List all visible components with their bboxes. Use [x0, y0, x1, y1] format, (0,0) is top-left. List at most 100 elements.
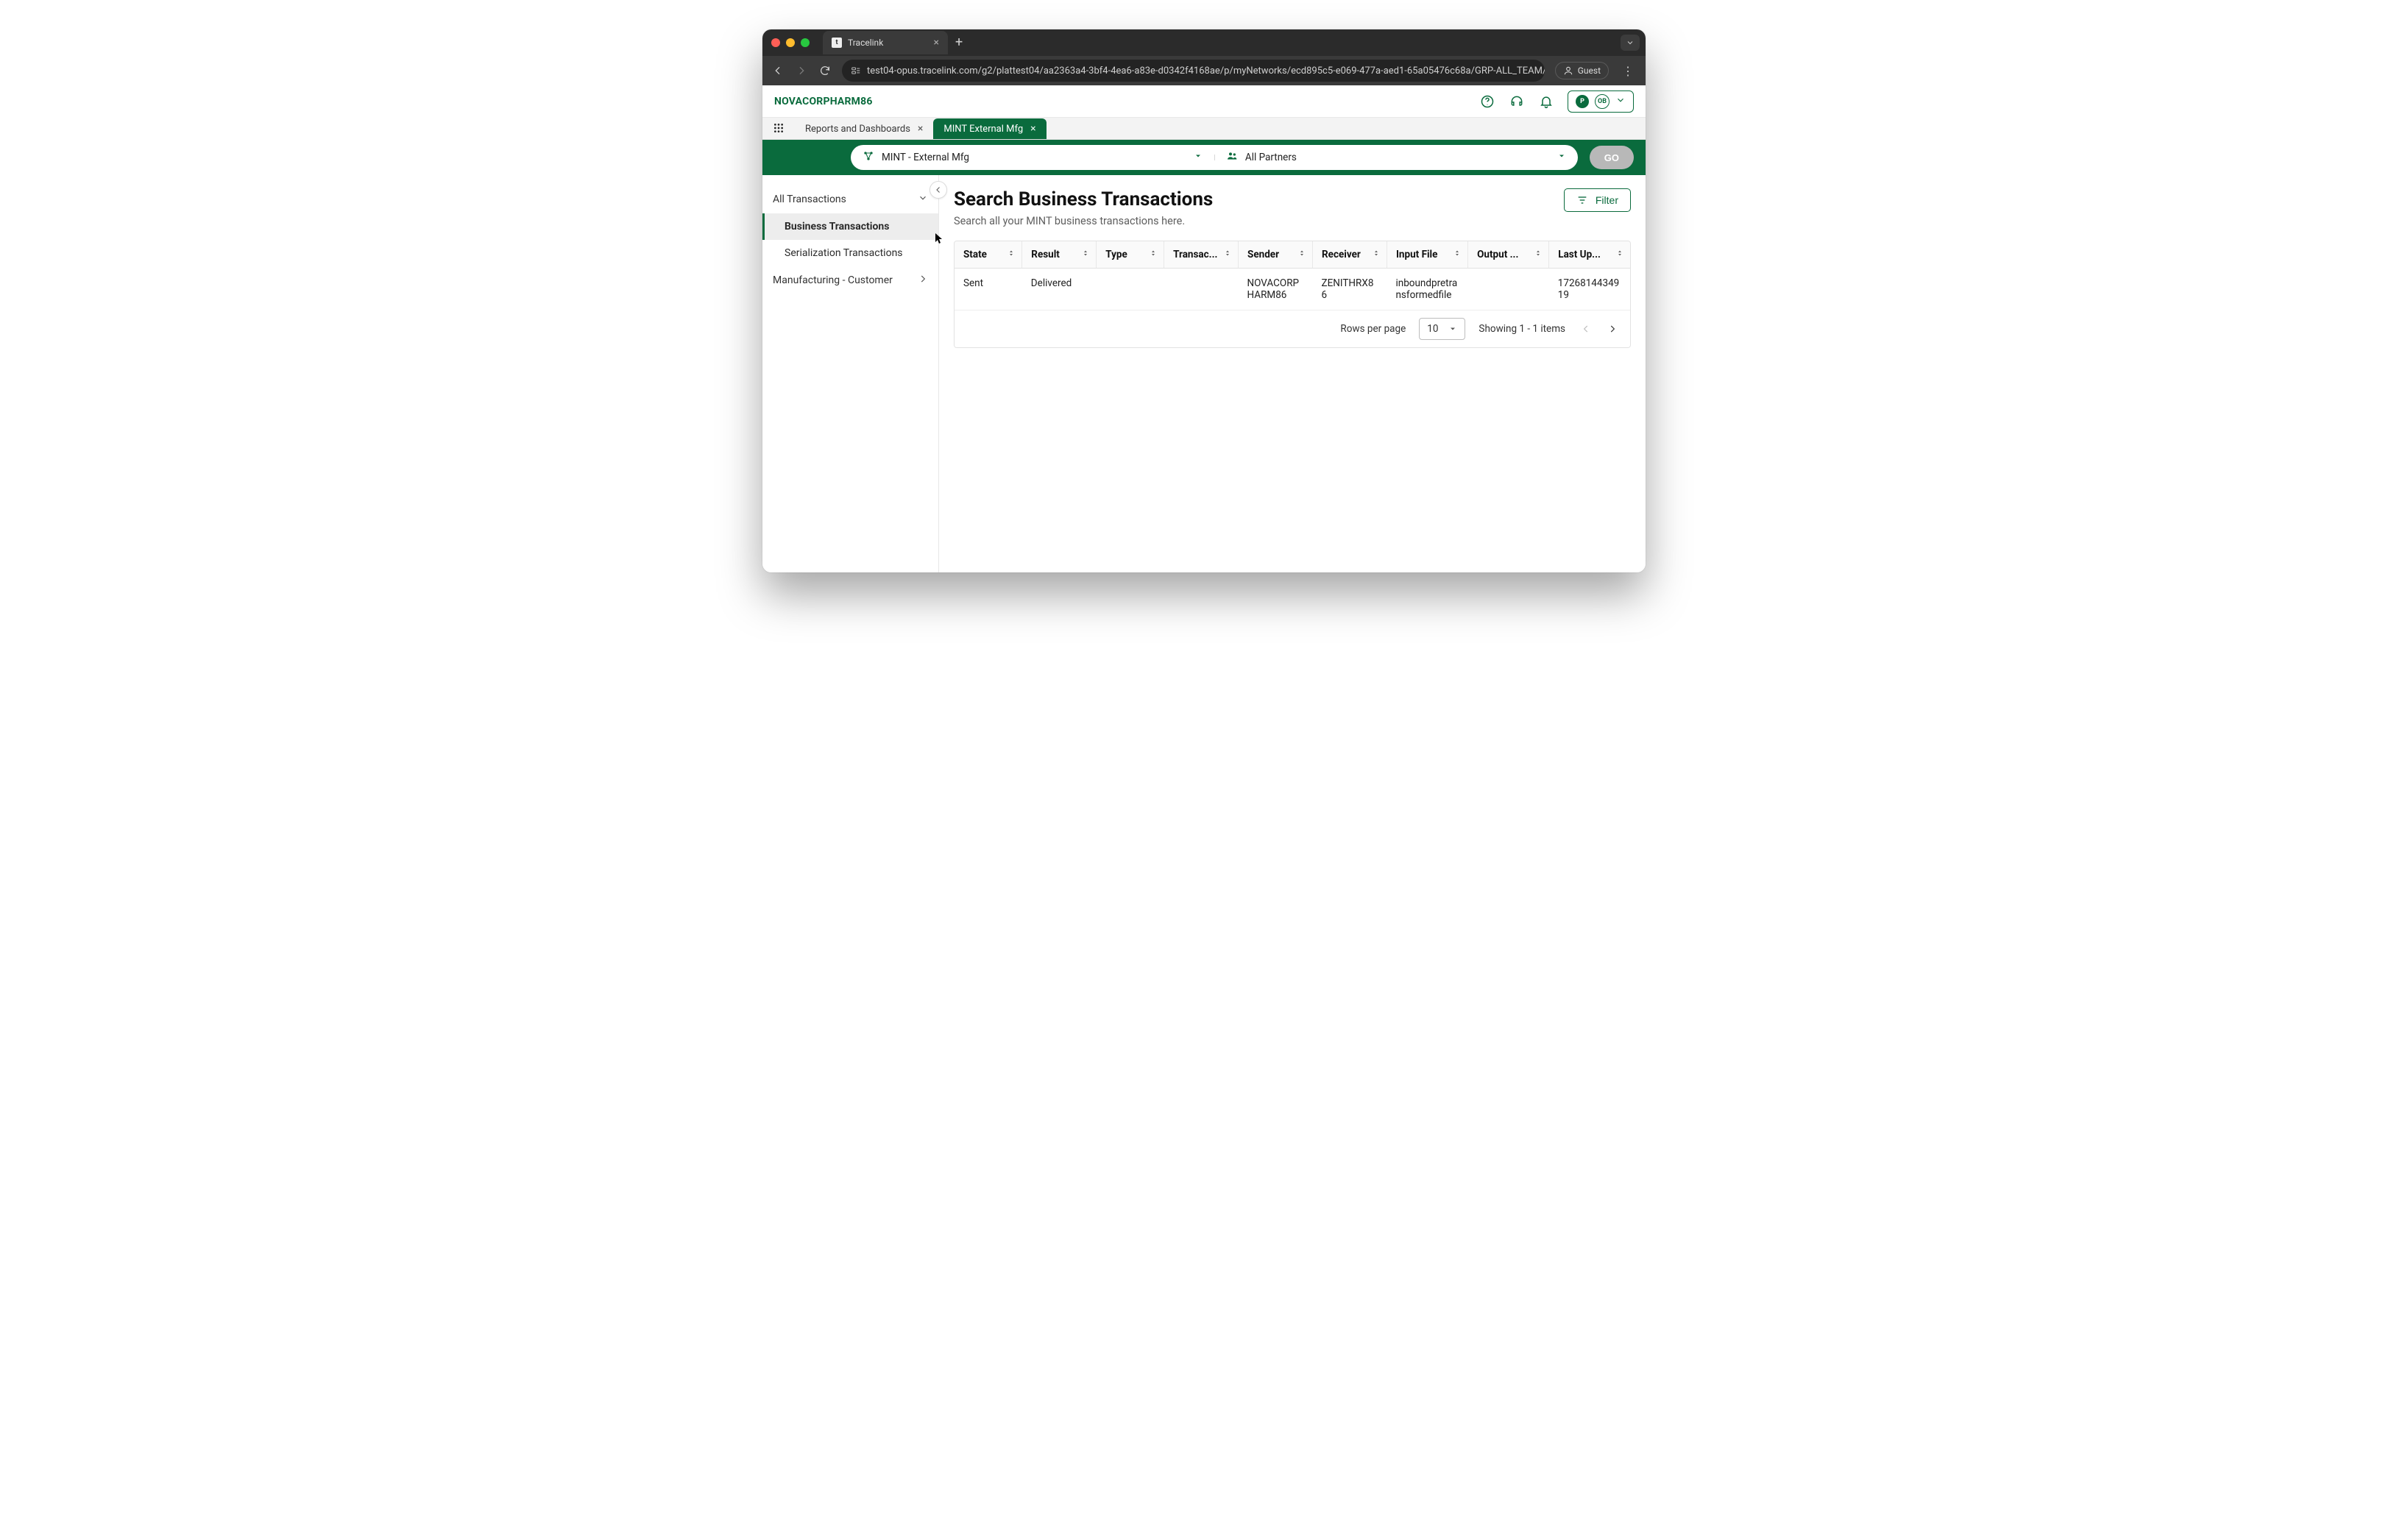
app-tab-label: MINT External Mfg	[943, 124, 1023, 135]
next-page-button[interactable]	[1605, 322, 1620, 336]
nav-back-button[interactable]	[771, 65, 785, 77]
sort-icon	[1081, 249, 1090, 260]
cell-receiver: ZENITHRX86	[1313, 269, 1387, 310]
browser-window: t Tracelink × + test04-opus.tracelink.co…	[762, 29, 1646, 572]
column-header-transaction[interactable]: Transac...	[1164, 241, 1239, 269]
cell-output	[1468, 269, 1549, 310]
caret-down-icon	[1448, 324, 1457, 333]
tab-overflow-button[interactable]	[1621, 35, 1640, 51]
rows-per-page-select[interactable]: 10	[1419, 318, 1465, 340]
column-label: Output ...	[1477, 249, 1518, 260]
rows-per-page-value: 10	[1427, 323, 1438, 335]
prev-page-button[interactable]	[1579, 322, 1593, 336]
cell-type	[1097, 269, 1164, 310]
column-header-last-updated[interactable]: Last Up...	[1549, 241, 1630, 269]
user-initials-badge: OB	[1595, 94, 1610, 109]
cell-last-updated: 1726814434919	[1549, 269, 1630, 310]
go-button[interactable]: GO	[1590, 146, 1634, 169]
chevron-right-icon	[918, 274, 928, 287]
column-label: Sender	[1247, 249, 1279, 260]
sidebar-item-all-transactions[interactable]: All Transactions	[762, 185, 938, 213]
column-label: State	[963, 249, 987, 260]
site-settings-icon[interactable]	[851, 64, 861, 77]
window-zoom-button[interactable]	[801, 38, 810, 47]
cell-transaction	[1164, 269, 1239, 310]
column-header-state[interactable]: State	[955, 241, 1022, 269]
apps-launcher-icon[interactable]	[762, 117, 795, 139]
cell-input-file: inboundpretransformedfile	[1387, 269, 1467, 310]
sort-icon	[1372, 249, 1381, 260]
tab-close-icon[interactable]: ×	[934, 37, 939, 49]
app-header: NOVACORPHARM86 P OB	[762, 85, 1646, 118]
filter-button-label: Filter	[1596, 194, 1618, 206]
window-close-button[interactable]	[771, 38, 780, 47]
filter-button[interactable]: Filter	[1564, 188, 1631, 212]
page-header-row: Search Business Transactions Search all …	[954, 188, 1631, 227]
close-icon[interactable]: ×	[1030, 123, 1035, 135]
page-subtitle: Search all your MINT business transactio…	[954, 215, 1213, 227]
app-tab-label: Reports and Dashboards	[805, 124, 910, 135]
user-menu[interactable]: P OB	[1568, 91, 1634, 113]
table-header-row: State Result Type Transac... Sender Rece…	[955, 241, 1630, 269]
pagination	[1579, 322, 1620, 336]
column-label: Receiver	[1322, 249, 1361, 260]
sort-icon	[1149, 249, 1158, 260]
column-header-input-file[interactable]: Input File	[1387, 241, 1467, 269]
context-select-network[interactable]: MINT - External Mfg	[851, 150, 1214, 165]
context-filter-bar: MINT - External Mfg All Partners GO	[762, 140, 1646, 175]
column-label: Last Up...	[1558, 249, 1601, 260]
table-row[interactable]: Sent Delivered NOVACORPHARM86 ZENITHRX86…	[955, 269, 1630, 310]
cloud-p-badge-icon: P	[1576, 95, 1589, 108]
sort-icon	[1297, 249, 1306, 260]
notifications-bell-icon[interactable]	[1538, 93, 1554, 110]
browser-tab[interactable]: t Tracelink ×	[823, 31, 948, 54]
support-headset-icon[interactable]	[1509, 93, 1525, 110]
column-header-output[interactable]: Output ...	[1468, 241, 1549, 269]
help-icon[interactable]	[1479, 93, 1495, 110]
network-icon	[863, 150, 874, 165]
main-content: Search Business Transactions Search all …	[939, 175, 1646, 572]
column-header-type[interactable]: Type	[1097, 241, 1164, 269]
browser-tab-title: Tracelink	[848, 38, 883, 48]
partners-people-icon	[1226, 150, 1238, 165]
url-bar[interactable]: test04-opus.tracelink.com/g2/plattest04/…	[842, 60, 1545, 82]
sidebar-item-manufacturing-customer[interactable]: Manufacturing - Customer	[762, 266, 938, 294]
column-label: Type	[1105, 249, 1127, 260]
sidebar: All Transactions Business Transactions S…	[762, 175, 939, 572]
nav-forward-button[interactable]	[795, 65, 808, 77]
context-select-partner-value: All Partners	[1245, 152, 1297, 163]
sidebar-item-label: Business Transactions	[785, 221, 889, 233]
context-select-partner[interactable]: All Partners	[1214, 150, 1578, 165]
window-minimize-button[interactable]	[786, 38, 795, 47]
chrome-tab-strip: t Tracelink × +	[762, 29, 1646, 56]
chevron-down-icon	[918, 193, 928, 206]
sidebar-item-label: All Transactions	[773, 194, 846, 205]
sidebar-item-business-transactions[interactable]: Business Transactions	[762, 213, 938, 240]
chrome-menu-button[interactable]: ⋮	[1619, 64, 1637, 78]
column-label: Input File	[1396, 249, 1437, 260]
nav-reload-button[interactable]	[818, 65, 832, 77]
url-text: test04-opus.tracelink.com/g2/plattest04/…	[867, 65, 1545, 77]
filter-icon	[1576, 194, 1588, 206]
page-body: All Transactions Business Transactions S…	[762, 175, 1646, 572]
column-label: Result	[1031, 249, 1060, 260]
sort-icon	[1534, 249, 1543, 260]
sort-icon	[1453, 249, 1462, 260]
sort-icon	[1007, 249, 1016, 260]
profile-guest-label: Guest	[1578, 65, 1601, 76]
cell-result: Delivered	[1022, 269, 1097, 310]
app-tab-mint-external-mfg[interactable]: MINT External Mfg ×	[933, 118, 1046, 139]
tab-favicon-icon: t	[832, 38, 842, 48]
column-label: Transac...	[1173, 249, 1217, 260]
sidebar-item-serialization-transactions[interactable]: Serialization Transactions	[762, 240, 938, 266]
brand-name[interactable]: NOVACORPHARM86	[774, 96, 873, 107]
column-header-receiver[interactable]: Receiver	[1313, 241, 1387, 269]
column-header-sender[interactable]: Sender	[1239, 241, 1313, 269]
caret-down-icon	[1194, 152, 1203, 163]
app-tab-reports[interactable]: Reports and Dashboards ×	[795, 118, 933, 139]
close-icon[interactable]: ×	[918, 123, 923, 135]
cell-sender: NOVACORPHARM86	[1239, 269, 1313, 310]
profile-guest-chip[interactable]: Guest	[1555, 62, 1609, 79]
column-header-result[interactable]: Result	[1022, 241, 1097, 269]
new-tab-button[interactable]: +	[955, 36, 963, 49]
